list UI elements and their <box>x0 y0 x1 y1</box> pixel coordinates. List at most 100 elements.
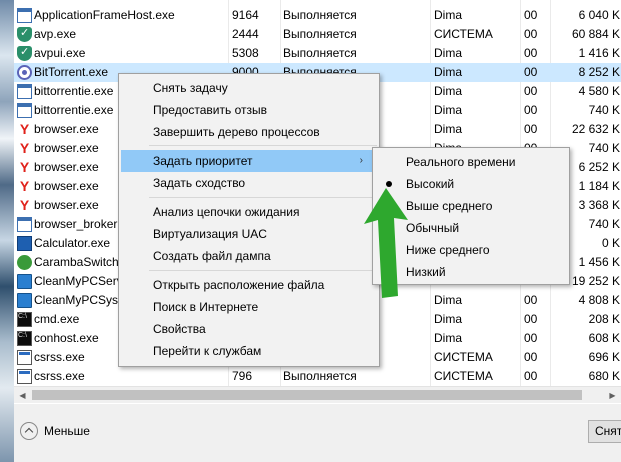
menu-item-properties[interactable]: Свойства <box>121 318 377 340</box>
yandex-icon: Y <box>19 121 30 137</box>
menu-item-feedback[interactable]: Предоставить отзыв <box>121 99 377 121</box>
menu-item-end-process-tree[interactable]: Завершить дерево процессов <box>121 121 377 143</box>
priority-high[interactable]: Высокий <box>375 173 567 195</box>
process-user: Dima <box>434 84 463 98</box>
yandex-icon: Y <box>19 159 30 175</box>
table-row[interactable]: csrss.exe 796 Выполняется СИСТЕМА 00 680 K <box>14 367 621 386</box>
menu-item-search-online[interactable]: Поиск в Интернете <box>121 296 377 318</box>
menu-item-label: Задать приоритет <box>153 154 253 168</box>
priority-label: Выше среднего <box>406 199 493 213</box>
menu-separator <box>149 197 377 198</box>
process-memory: 740 K <box>588 103 620 117</box>
menu-item-set-affinity[interactable]: Задать сходство <box>121 172 377 194</box>
monitor-icon <box>17 274 32 289</box>
menu-item-create-dump[interactable]: Создать файл дампа <box>121 245 377 267</box>
caramba-icon <box>17 255 32 270</box>
process-pid: 5308 <box>232 46 259 60</box>
radio-dot-icon <box>386 181 392 187</box>
process-cpu: 00 <box>524 46 538 60</box>
process-memory: 1 416 K <box>578 46 620 60</box>
table-row[interactable]: avp.exe 2444 Выполняется СИСТЕМА 00 60 884 K <box>14 25 621 44</box>
chevron-up-icon <box>20 422 38 440</box>
bittorrent-icon <box>17 65 32 80</box>
process-memory: 4 580 K <box>578 84 620 98</box>
menu-item-label: Создать файл дампа <box>153 249 271 263</box>
priority-below-normal[interactable]: Ниже среднего <box>375 239 567 261</box>
process-name: csrss.exe <box>34 369 85 383</box>
app-window-icon <box>17 103 32 118</box>
process-user: Dima <box>434 293 463 307</box>
priority-label: Реального времени <box>406 155 516 169</box>
priority-low[interactable]: Низкий <box>375 261 567 283</box>
process-cpu: 00 <box>524 350 538 364</box>
scrollbar-thumb[interactable] <box>32 390 582 400</box>
process-cpu: 00 <box>524 293 538 307</box>
table-row[interactable]: ApplicationFrameHost.exe 9164 Выполняется D… <box>14 6 621 25</box>
process-pid: 796 <box>232 369 253 383</box>
process-user: СИСТЕМА <box>434 369 493 383</box>
process-name: avpui.exe <box>34 46 86 60</box>
menu-item-open-file-location[interactable]: Открыть расположение файла <box>121 274 377 296</box>
menu-item-label: Снять задачу <box>153 81 228 95</box>
fewer-details-button[interactable]: Меньше <box>20 420 90 442</box>
horizontal-scrollbar[interactable]: ◀ ▶ <box>14 386 621 403</box>
process-user: Dima <box>434 331 463 345</box>
process-status: Выполняется <box>283 369 357 383</box>
process-memory: 60 884 K <box>571 27 620 41</box>
console-icon <box>17 312 32 327</box>
fewer-details-label: Меньше <box>44 424 90 438</box>
process-cpu: 00 <box>524 331 538 345</box>
process-cpu: 00 <box>524 65 538 79</box>
priority-label: Обычный <box>406 221 460 235</box>
menu-item-label: Поиск в Интернете <box>153 300 259 314</box>
menu-item-label: Свойства <box>153 322 206 336</box>
process-memory: 208 K <box>588 312 620 326</box>
menu-item-end-task[interactable]: Снять задачу <box>121 77 377 99</box>
process-cpu: 00 <box>524 8 538 22</box>
process-memory: 608 K <box>588 331 620 345</box>
calculator-icon <box>17 236 32 251</box>
process-user: Dima <box>434 312 463 326</box>
shield-check-icon <box>17 45 32 61</box>
process-status: Выполняется <box>283 46 357 60</box>
system-window-icon <box>17 350 32 365</box>
app-window-icon <box>17 217 32 232</box>
submenu-arrow-icon: › <box>359 155 363 166</box>
process-status: Выполняется <box>283 27 357 41</box>
priority-above-normal[interactable]: Выше среднего <box>375 195 567 217</box>
menu-item-wait-chain[interactable]: Анализ цепочки ожидания <box>121 201 377 223</box>
process-user: Dima <box>434 103 463 117</box>
menu-item-label: Предоставить отзыв <box>153 103 267 117</box>
table-row[interactable]: avpui.exe 5308 Выполняется Dima 00 1 416 K <box>14 44 621 63</box>
priority-normal[interactable]: Обычный <box>375 217 567 239</box>
monitor-icon <box>17 293 32 308</box>
menu-item-go-to-services[interactable]: Перейти к службам <box>121 340 377 362</box>
process-status: Выполняется <box>283 8 357 22</box>
priority-realtime[interactable]: Реального времени <box>375 151 567 173</box>
process-cpu: 00 <box>524 122 538 136</box>
menu-item-label: Виртуализация UAC <box>153 227 267 241</box>
priority-label: Ниже среднего <box>406 243 490 257</box>
process-cpu: 00 <box>524 27 538 41</box>
scroll-right-icon[interactable]: ▶ <box>604 387 621 404</box>
process-user: СИСТЕМА <box>434 350 493 364</box>
desktop-background-strip <box>0 0 14 462</box>
end-task-button[interactable]: Снять задачу <box>588 420 621 443</box>
app-window-icon <box>17 84 32 99</box>
process-memory: 4 808 K <box>578 293 620 307</box>
scroll-left-icon[interactable]: ◀ <box>14 387 31 404</box>
menu-item-label: Анализ цепочки ожидания <box>153 205 300 219</box>
yandex-icon: Y <box>19 178 30 194</box>
app-window-icon <box>17 8 32 23</box>
process-user: Dima <box>434 46 463 60</box>
process-user: Dima <box>434 8 463 22</box>
process-memory: 6 040 K <box>578 8 620 22</box>
yandex-icon: Y <box>19 197 30 213</box>
menu-item-set-priority[interactable]: Задать приоритет › <box>121 150 377 172</box>
menu-item-uac-virtualization[interactable]: Виртуализация UAC <box>121 223 377 245</box>
menu-separator <box>149 145 377 146</box>
priority-submenu: Реального времени Высокий Выше среднего … <box>372 147 570 285</box>
process-cpu: 00 <box>524 103 538 117</box>
process-cpu: 00 <box>524 369 538 383</box>
process-memory: 8 252 K <box>578 65 620 79</box>
